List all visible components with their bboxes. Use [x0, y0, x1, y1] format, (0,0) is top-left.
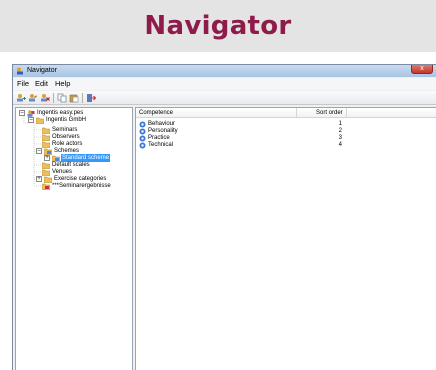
competence-icon: [139, 135, 146, 142]
exit-icon[interactable]: [86, 93, 96, 103]
close-button[interactable]: x: [411, 65, 433, 74]
folder-icon: [42, 162, 50, 169]
column-header-sort-order[interactable]: Sort order: [316, 109, 343, 117]
collapse-icon[interactable]: −: [19, 110, 25, 116]
tree-label-seminar-results: ***Seminarergebnisse: [52, 183, 111, 189]
page-banner: Navigator: [0, 0, 436, 52]
row-name: Technical: [148, 142, 174, 148]
navigator-window: Navigator x File Edit Help − Ingentis ea…: [12, 64, 436, 370]
banner-title: Navigator: [144, 11, 292, 41]
column-header-competence[interactable]: Competence: [139, 109, 173, 117]
expand-icon[interactable]: +: [44, 155, 50, 161]
delete-icon[interactable]: [40, 93, 50, 103]
column-separator[interactable]: [346, 108, 347, 118]
collapse-icon[interactable]: −: [28, 117, 34, 123]
folder-icon: [42, 141, 50, 148]
list-header: Competence Sort order: [136, 108, 436, 118]
tree-node-company[interactable]: − Ingentis GmbH: [28, 117, 128, 124]
folder-icon: [42, 127, 50, 134]
menu-bar: File Edit Help: [13, 78, 436, 90]
add-icon[interactable]: [16, 93, 26, 103]
navigator-tree[interactable]: − Ingentis easy.pes − Ingentis GmbH Semi…: [15, 107, 133, 370]
competence-list[interactable]: Competence Sort order Behaviour 1 Person…: [135, 107, 436, 370]
app-icon: [17, 67, 23, 75]
title-bar[interactable]: Navigator x: [13, 65, 436, 77]
edit-icon[interactable]: [28, 93, 38, 103]
folder-icon: [42, 134, 50, 141]
competence-icon: [139, 121, 146, 128]
tree-label-company: Ingentis GmbH: [46, 117, 87, 123]
menu-help[interactable]: Help: [55, 79, 70, 89]
toolbar-separator: [53, 93, 54, 103]
window-title: Navigator: [27, 67, 57, 74]
menu-file[interactable]: File: [17, 79, 29, 89]
copy-icon[interactable]: [57, 93, 67, 103]
menu-edit[interactable]: Edit: [35, 79, 48, 89]
paste-icon[interactable]: [69, 93, 79, 103]
folder-icon: [42, 169, 50, 176]
list-item[interactable]: Practice 3: [136, 135, 436, 142]
competence-icon: [139, 142, 146, 149]
results-icon: [42, 183, 50, 190]
expand-icon[interactable]: +: [36, 176, 42, 182]
folder-icon: [44, 176, 52, 183]
toolbar-separator: [82, 93, 83, 103]
column-separator[interactable]: [296, 108, 297, 118]
row-order: 4: [338, 142, 342, 148]
company-folder-icon: [36, 117, 44, 124]
competence-icon: [139, 128, 146, 135]
tree-node-seminar-results[interactable]: ***Seminarergebnisse: [42, 183, 132, 190]
toolbar: [13, 91, 436, 105]
list-item[interactable]: Personality 2: [136, 128, 436, 135]
list-item[interactable]: Behaviour 1: [136, 121, 436, 128]
list-item[interactable]: Technical 4: [136, 142, 436, 149]
collapse-icon[interactable]: −: [36, 148, 42, 154]
